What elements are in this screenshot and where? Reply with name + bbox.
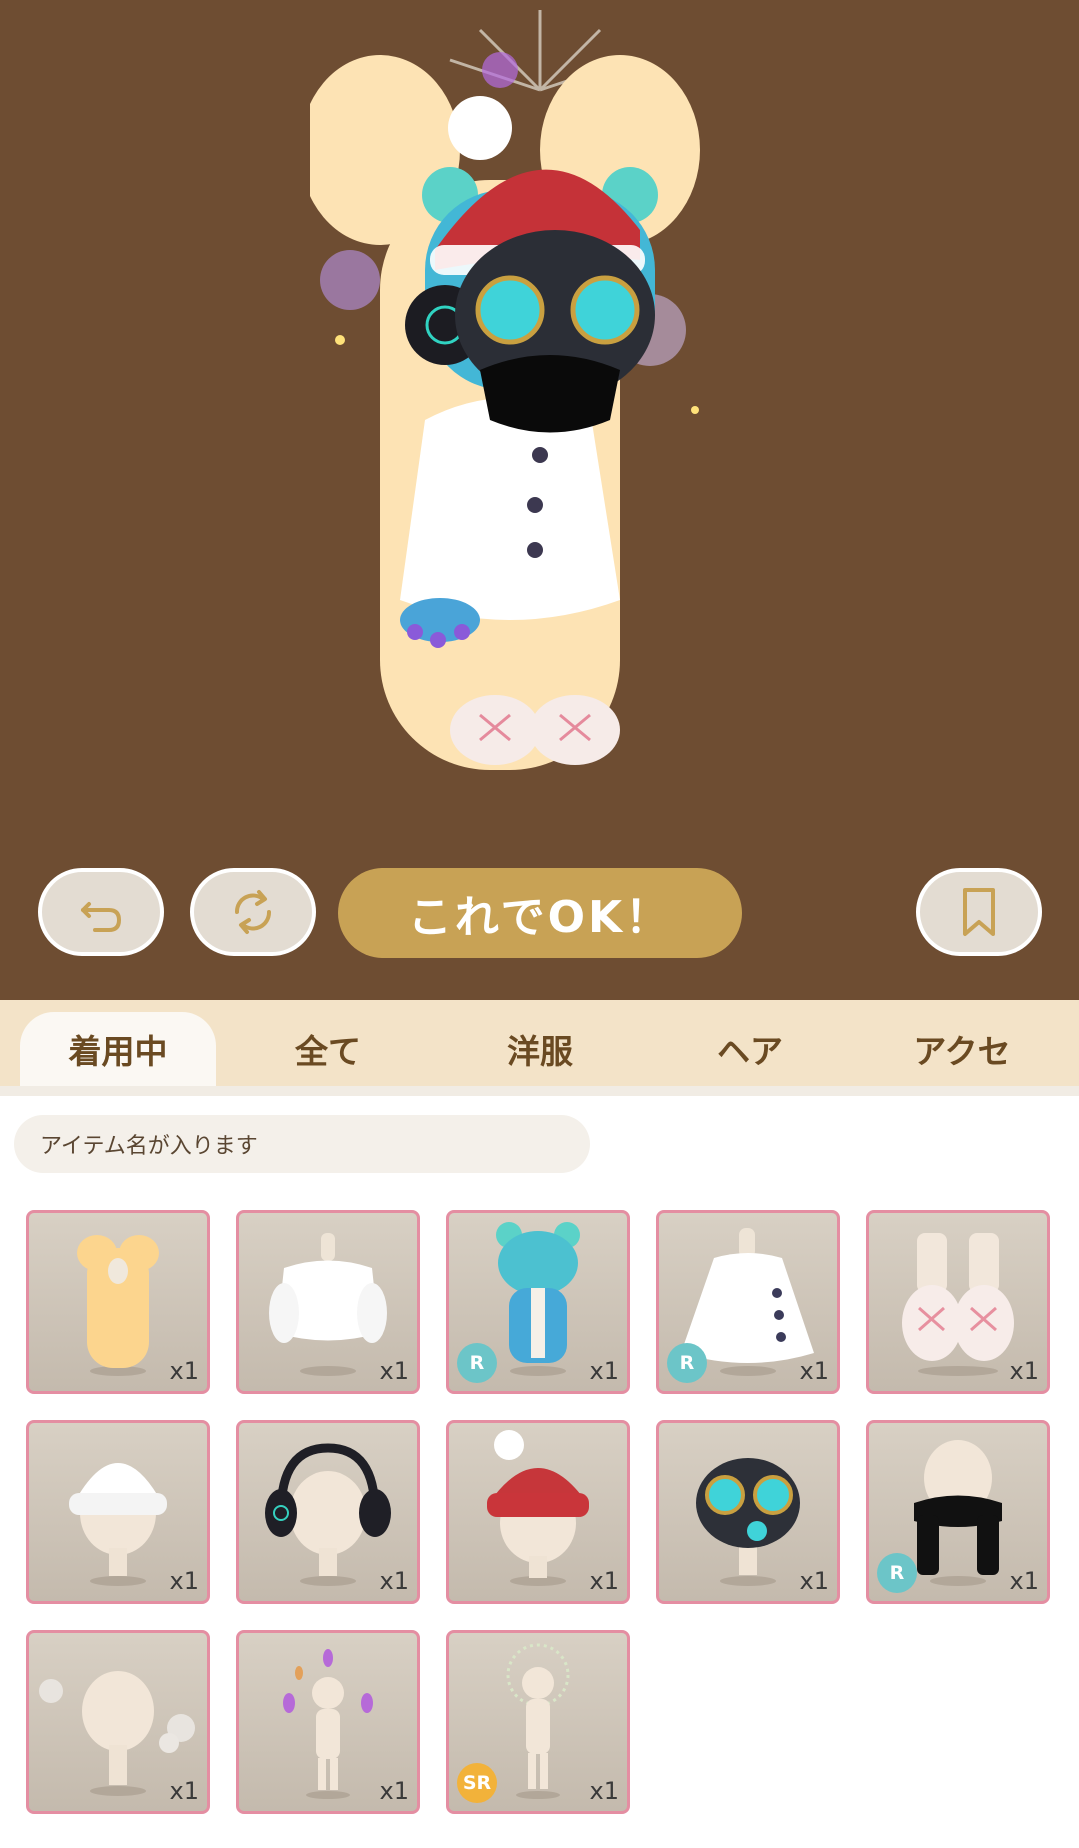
rarity-badge: R [877, 1553, 917, 1593]
rarity-badge: R [457, 1343, 497, 1383]
item-card-red-beanie[interactable]: x1 [446, 1420, 630, 1604]
item-quantity: x1 [589, 1567, 619, 1595]
tab-divider [0, 1086, 1079, 1096]
item-quantity: x1 [1009, 1357, 1039, 1385]
item-card-blue-bear-costume[interactable]: R x1 [446, 1210, 630, 1394]
item-card-headphones[interactable]: x1 [236, 1420, 420, 1604]
undo-arrow-icon [81, 902, 122, 932]
tab-accessories[interactable]: アクセ [864, 1012, 1060, 1086]
item-quantity: x1 [379, 1567, 409, 1595]
item-name-field: アイテム名が入ります [14, 1115, 590, 1173]
item-quantity: x1 [1009, 1567, 1039, 1595]
item-card-flame-aura[interactable]: x1 [236, 1630, 420, 1814]
item-quantity: x1 [379, 1357, 409, 1385]
item-quantity: x1 [589, 1357, 619, 1385]
avatar-preview-stage: これでOK！ [0, 0, 1079, 1000]
item-card-fur-boots[interactable]: x1 [866, 1210, 1050, 1394]
item-card-black-scarf[interactable]: R x1 [866, 1420, 1050, 1604]
item-quantity: x1 [169, 1777, 199, 1805]
rotate-icon [234, 890, 272, 934]
item-quantity: x1 [589, 1777, 619, 1805]
rotate-button[interactable] [190, 868, 316, 956]
item-card-smoke-effect[interactable]: x1 [26, 1630, 210, 1814]
item-quantity: x1 [799, 1567, 829, 1595]
item-quantity: x1 [169, 1567, 199, 1595]
tab-wearing[interactable]: 着用中 [20, 1012, 216, 1086]
confirm-ok-button[interactable]: これでOK！ [338, 868, 742, 958]
item-quantity: x1 [169, 1357, 199, 1385]
tab-clothes[interactable]: 洋服 [442, 1012, 638, 1086]
category-tab-bar: 着用中 全て 洋服 ヘア アクセ [0, 1000, 1079, 1086]
rarity-badge: R [667, 1343, 707, 1383]
item-card-white-knit-hat[interactable]: x1 [26, 1420, 210, 1604]
avatar-figure [310, 0, 770, 790]
rarity-badge: SR [457, 1763, 497, 1803]
bookmark-icon [963, 888, 995, 936]
item-quantity: x1 [379, 1777, 409, 1805]
item-card-gas-mask[interactable]: x1 [656, 1420, 840, 1604]
item-quantity: x1 [799, 1357, 829, 1385]
undo-button[interactable] [38, 868, 164, 956]
item-card-bear-body[interactable]: x1 [26, 1210, 210, 1394]
tab-hair[interactable]: ヘア [652, 1012, 848, 1086]
item-card-halo-effect[interactable]: SR x1 [446, 1630, 630, 1814]
tab-all[interactable]: 全て [230, 1012, 426, 1086]
bookmark-button[interactable] [916, 868, 1042, 956]
item-card-white-fur-jacket[interactable]: x1 [236, 1210, 420, 1394]
item-card-white-coat[interactable]: R x1 [656, 1210, 840, 1394]
